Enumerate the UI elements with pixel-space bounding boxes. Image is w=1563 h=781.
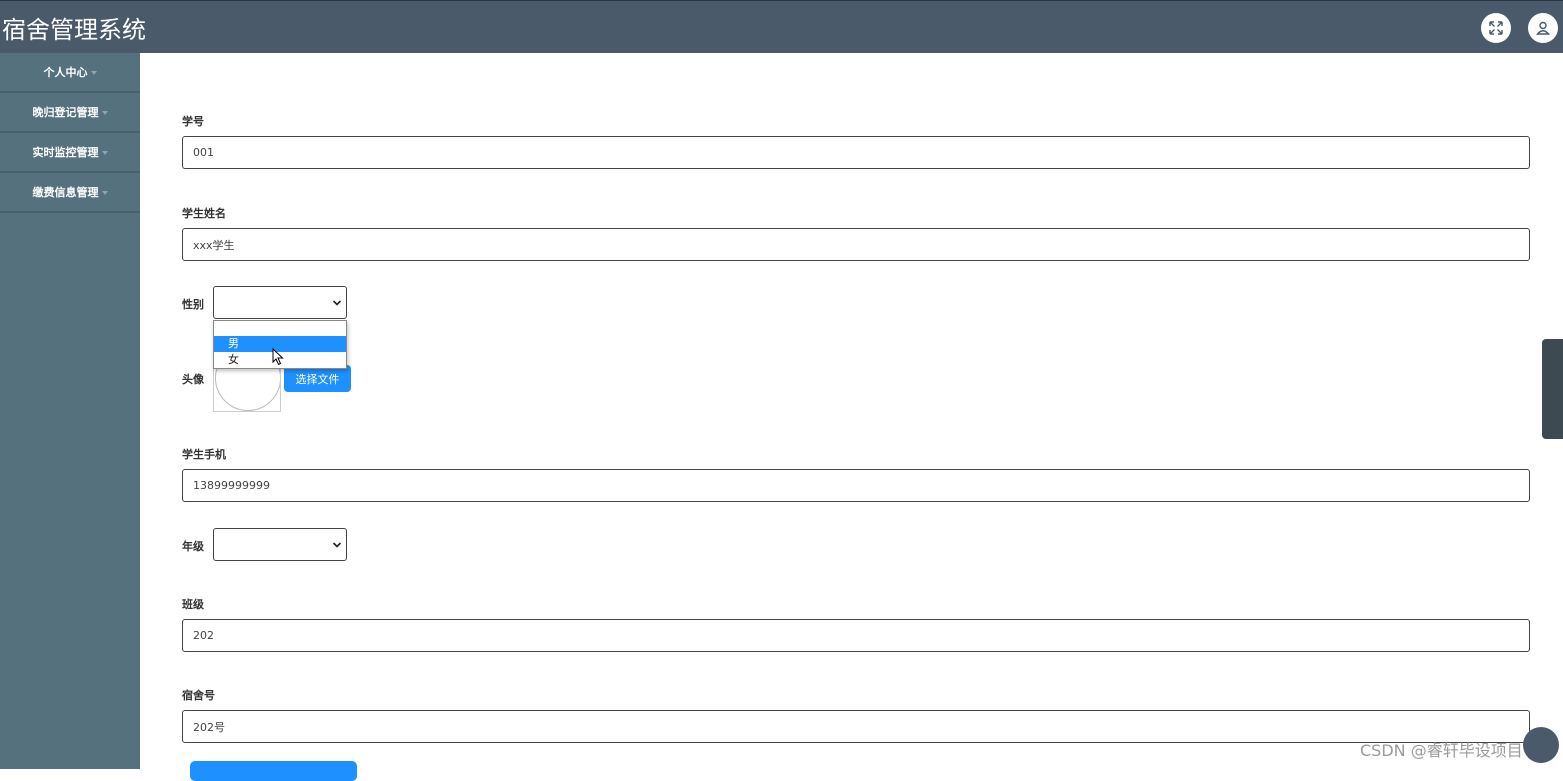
phone-input[interactable] — [182, 469, 1530, 502]
floating-circle-button[interactable] — [1523, 727, 1559, 763]
class-label: 班级 — [182, 598, 204, 611]
top-header: 宿舍管理系统 — [0, 0, 1563, 53]
gender-option-blank[interactable] — [214, 321, 346, 336]
main-form: 学号 学生姓名 性别 男 女 头像 选择文件 学生手机 年级 班级 宿舍号 — [140, 53, 1563, 781]
student-name-label: 学生姓名 — [182, 207, 226, 220]
app-title: 宿舍管理系统 — [2, 16, 146, 44]
gender-label: 性别 — [182, 298, 204, 311]
sidebar-item-late-return[interactable]: 晚归登记管理 — [0, 93, 140, 133]
student-id-input[interactable] — [182, 136, 1530, 169]
phone-label: 学生手机 — [182, 448, 226, 461]
chevron-down-icon — [332, 300, 342, 306]
submit-button[interactable] — [190, 761, 357, 781]
fullscreen-button[interactable] — [1481, 13, 1511, 43]
sidebar-item-personal-center[interactable]: 个人中心 — [0, 53, 140, 93]
grade-label: 年级 — [182, 540, 204, 553]
gender-select[interactable] — [213, 286, 347, 319]
sidebar-item-label: 缴费信息管理 — [32, 186, 99, 199]
sidebar-item-label: 实时监控管理 — [32, 146, 99, 159]
caret-down-icon — [90, 71, 97, 75]
sidebar-item-label: 个人中心 — [43, 66, 88, 79]
caret-down-icon — [101, 191, 108, 195]
sidebar-item-label: 晚归登记管理 — [32, 106, 99, 119]
mouse-cursor-icon — [272, 348, 284, 366]
caret-down-icon — [101, 151, 108, 155]
student-id-label: 学号 — [182, 115, 204, 128]
avatar-label: 头像 — [182, 373, 204, 386]
side-drawer-tab[interactable] — [1542, 339, 1563, 439]
sidebar-item-payment[interactable]: 缴费信息管理 — [0, 173, 140, 213]
fullscreen-icon — [1489, 21, 1503, 35]
chevron-down-icon — [332, 542, 342, 548]
user-icon — [1535, 21, 1551, 35]
grade-select[interactable] — [213, 528, 347, 561]
watermark: CSDN @睿轩毕设项目 — [1360, 741, 1523, 760]
sidebar: 个人中心 晚归登记管理 实时监控管理 缴费信息管理 — [0, 53, 140, 769]
user-button[interactable] — [1528, 13, 1558, 43]
choose-file-button[interactable]: 选择文件 — [284, 365, 351, 392]
sidebar-item-monitoring[interactable]: 实时监控管理 — [0, 133, 140, 173]
class-input[interactable] — [182, 619, 1530, 652]
dorm-label: 宿舍号 — [182, 689, 215, 702]
student-name-input[interactable] — [182, 228, 1530, 261]
dorm-input[interactable] — [182, 710, 1530, 743]
caret-down-icon — [101, 111, 108, 115]
